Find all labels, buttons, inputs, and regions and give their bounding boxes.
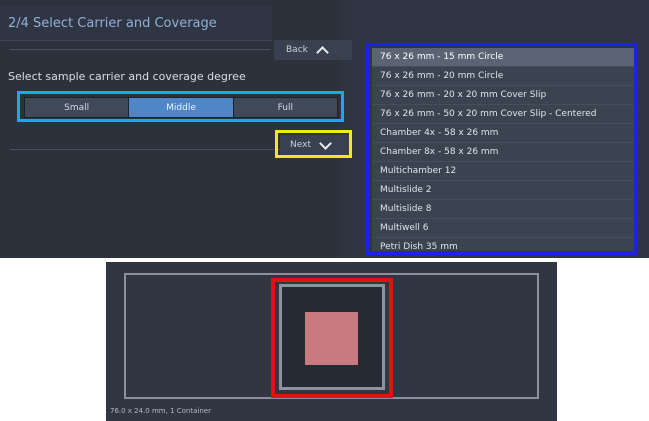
- chevron-up-icon: [315, 45, 329, 59]
- preview-highlight-box: [271, 278, 393, 398]
- coverage-middle[interactable]: Middle: [129, 98, 233, 117]
- divider-line: [10, 149, 280, 150]
- carrier-highlight-box: [366, 43, 637, 255]
- coverage-small[interactable]: Small: [25, 98, 129, 117]
- back-button[interactable]: Back: [274, 40, 360, 60]
- preview-caption: 76.0 x 24.0 mm, 1 Container: [110, 407, 211, 415]
- step-header: 2/4 Select Carrier and Coverage: [0, 6, 272, 41]
- step-title: 2/4 Select Carrier and Coverage: [8, 16, 217, 31]
- coverage-selector: Small Middle Full: [24, 97, 338, 118]
- coverage-wizard-panel: 2/4 Select Carrier and Coverage Back Sel…: [0, 0, 360, 258]
- next-highlight-box: [275, 130, 352, 158]
- back-label: Back: [286, 45, 308, 55]
- divider-line: [10, 49, 270, 50]
- coverage-prompt: Select sample carrier and coverage degre…: [8, 70, 246, 83]
- coverage-full[interactable]: Full: [233, 98, 337, 117]
